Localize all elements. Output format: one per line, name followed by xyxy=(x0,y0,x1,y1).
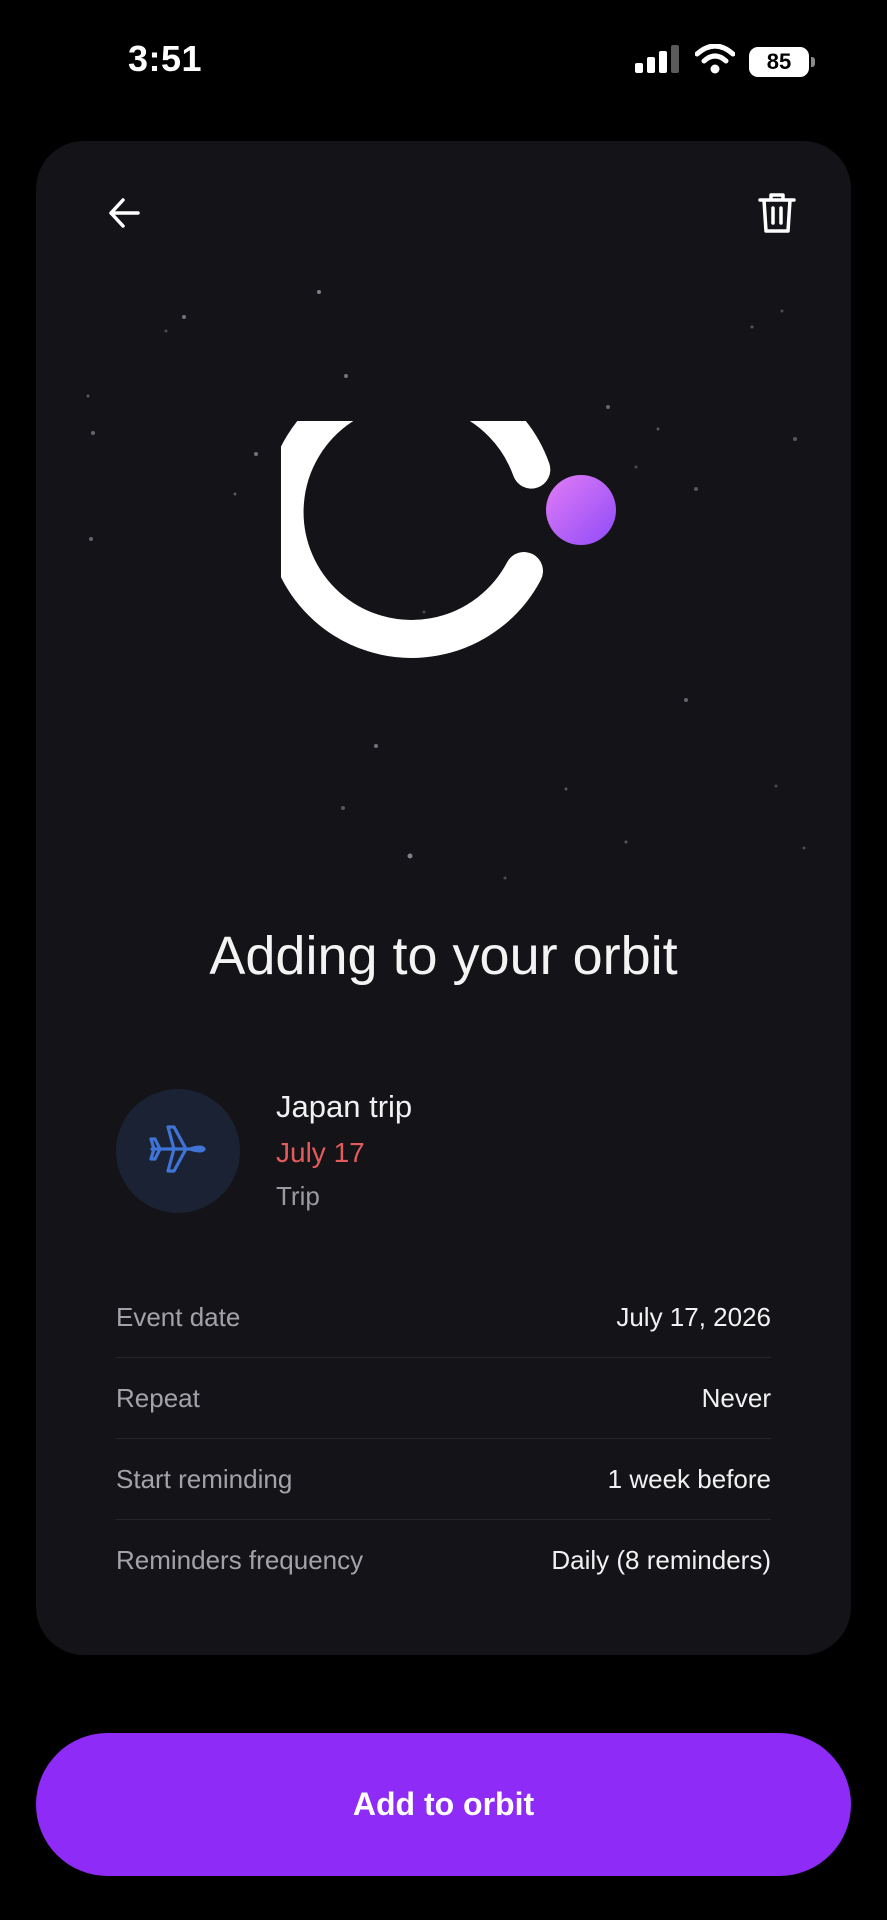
orbit-ring-icon xyxy=(281,421,616,658)
detail-row-event-date[interactable]: Event date July 17, 2026 xyxy=(116,1277,771,1358)
event-date: July 17 xyxy=(276,1137,365,1168)
detail-label: Reminders frequency xyxy=(116,1544,364,1575)
status-bar: 3:51 85 xyxy=(0,0,887,120)
event-name: Japan trip xyxy=(276,1089,413,1124)
airplane-icon xyxy=(146,1117,210,1186)
event-details-list: Event date July 17, 2026 Repeat Never St… xyxy=(116,1277,771,1600)
event-avatar xyxy=(116,1089,240,1213)
add-to-orbit-button[interactable]: Add to orbit xyxy=(36,1733,851,1876)
page-title: Adding to your orbit xyxy=(209,926,678,986)
event-type: Trip xyxy=(276,1181,320,1211)
detail-label: Start reminding xyxy=(116,1463,293,1494)
detail-row-reminders-frequency[interactable]: Reminders frequency Daily (8 reminders) xyxy=(116,1520,771,1600)
status-time: 3:51 xyxy=(128,38,203,79)
wifi-icon xyxy=(694,43,736,79)
detail-value: July 17, 2026 xyxy=(616,1301,771,1332)
detail-label: Event date xyxy=(116,1301,241,1332)
detail-value: Never xyxy=(701,1382,771,1413)
battery-indicator: 85 xyxy=(749,46,815,77)
detail-label: Repeat xyxy=(116,1382,200,1413)
cellular-signal-icon xyxy=(635,45,681,78)
detail-value: 1 week before xyxy=(607,1463,771,1494)
status-icons: 85 xyxy=(635,43,815,79)
planet-dot xyxy=(546,475,616,545)
detail-value: Daily (8 reminders) xyxy=(551,1544,771,1575)
orbit-card: Adding to your orbit Japan trip July 17 … xyxy=(36,141,851,1655)
detail-row-start-reminding[interactable]: Start reminding 1 week before xyxy=(116,1439,771,1520)
detail-row-repeat[interactable]: Repeat Never xyxy=(116,1358,771,1439)
